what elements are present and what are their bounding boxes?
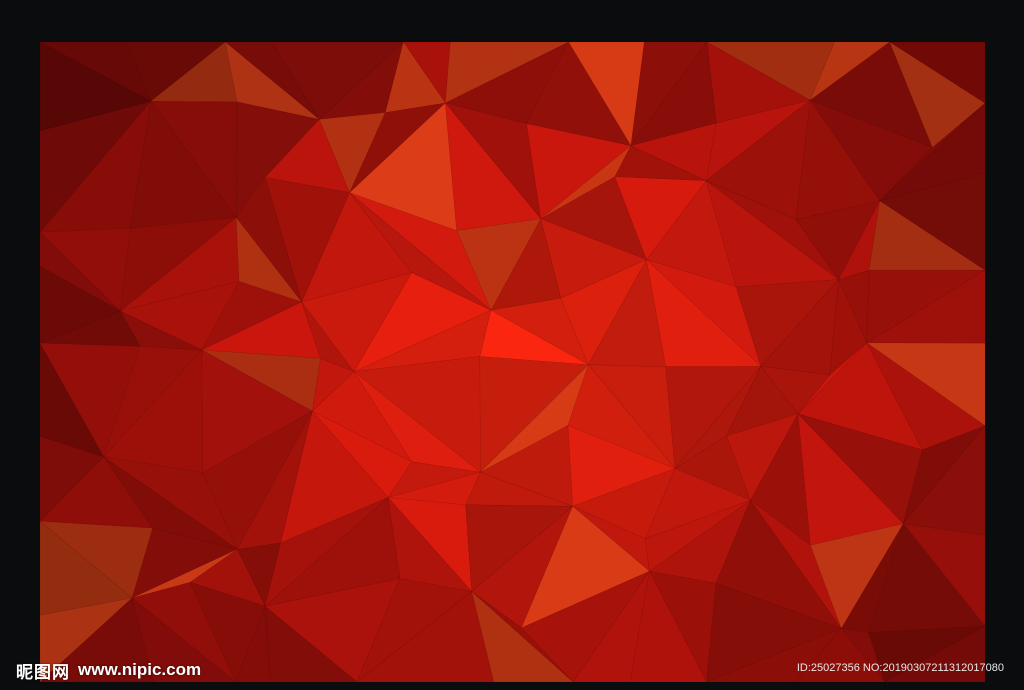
nipic-logo-text: 昵图网	[16, 662, 70, 683]
low-poly-triangle-pattern	[40, 42, 985, 682]
red-low-poly-artwork	[40, 42, 985, 682]
image-frame	[0, 0, 1024, 690]
nipic-url-text: www.nipic.com	[78, 660, 202, 679]
nipic-watermark-logo: 昵图网 www.nipic.com	[16, 656, 201, 684]
image-id-text: ID:25027356 NO:20190307211312017080	[796, 662, 1004, 674]
